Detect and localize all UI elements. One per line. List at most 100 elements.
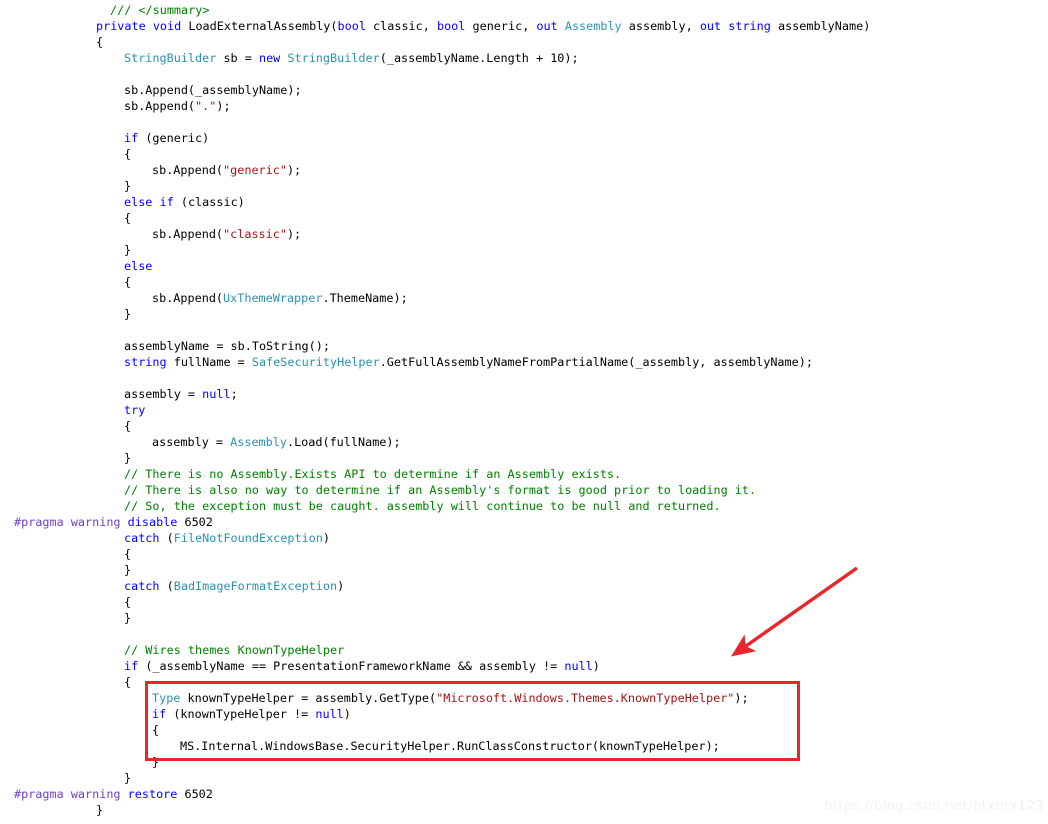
code-token: assembly = <box>124 387 203 401</box>
code-token: knownTypeHelper = assembly.GetType( <box>180 691 437 705</box>
code-token: sb.Append( <box>152 227 224 241</box>
code-token: sb.Append( <box>152 291 224 305</box>
code-token: ); <box>286 163 302 177</box>
code-line: } <box>124 562 131 578</box>
code-token: BadImageFormatException <box>173 579 338 593</box>
code-token: } <box>124 563 132 577</box>
code-token: ); <box>216 99 231 113</box>
code-token: catch <box>124 531 160 545</box>
code-token: classic, <box>365 19 437 33</box>
code-token: "." <box>195 99 217 113</box>
code-token: /// </summary> <box>110 3 210 17</box>
code-line: else <box>124 258 152 274</box>
code-token: sb.Append( <box>124 99 196 113</box>
code-token: { <box>124 595 132 609</box>
code-token: out <box>536 19 558 33</box>
code-line: } <box>96 802 103 818</box>
code-line: try <box>124 402 145 418</box>
code-token: .GetFullAssemblyNameFromPartialName(_ass… <box>379 355 813 369</box>
code-line: sb.Append("generic"); <box>152 162 301 178</box>
code-token: // There is also no way to determine if … <box>124 483 757 497</box>
code-token: SafeSecurityHelper <box>251 355 380 369</box>
code-token: fullName = <box>166 355 252 369</box>
code-token: generic, <box>465 19 537 33</box>
code-line: { <box>124 274 131 290</box>
code-token: (generic) <box>138 131 210 145</box>
code-line: { <box>124 210 131 226</box>
code-token: string <box>124 355 167 369</box>
code-line: } <box>124 450 131 466</box>
code-token: if <box>124 659 139 673</box>
code-token: } <box>124 179 132 193</box>
code-line: { <box>124 146 131 162</box>
code-line: } <box>124 178 131 194</box>
code-line: sb.Append("."); <box>124 98 231 114</box>
code-line: { <box>124 546 131 562</box>
code-token: sb.Append(_assemblyName); <box>124 83 302 97</box>
code-line: assembly = null; <box>124 386 238 402</box>
code-token: "generic" <box>223 163 287 177</box>
code-token: string <box>728 19 771 33</box>
code-line: } <box>124 242 131 258</box>
code-token: ) <box>322 531 330 545</box>
code-token: } <box>124 243 132 257</box>
code-line: else if (classic) <box>124 194 245 210</box>
code-line: assembly = Assembly.Load(fullName); <box>152 434 401 450</box>
code-token: assembly = <box>152 435 231 449</box>
code-line: { <box>152 722 159 738</box>
code-token: .Load(fullName); <box>286 435 401 449</box>
code-token: UxThemeWrapper <box>223 291 323 305</box>
code-token: { <box>124 211 132 225</box>
code-token: Assembly <box>230 435 287 449</box>
code-token: sb.Append( <box>152 163 224 177</box>
code-line: /// </summary> <box>110 2 209 18</box>
code-line: { <box>124 594 131 610</box>
code-line: sb.Append(_assemblyName); <box>124 82 302 98</box>
code-token: } <box>124 611 132 625</box>
code-token: { <box>124 419 132 433</box>
code-line: // So, the exception must be caught. ass… <box>124 498 721 514</box>
code-line: catch (FileNotFoundException) <box>124 530 330 546</box>
code-token: FileNotFoundException <box>173 531 323 545</box>
code-token: "Microsoft.Windows.Themes.KnownTypeHelpe… <box>436 691 735 705</box>
code-token: ) <box>337 579 345 593</box>
code-token: #pragma warning <box>14 787 121 801</box>
code-token: else <box>124 195 153 209</box>
code-token: (_assemblyName == PresentationFrameworkN… <box>138 659 565 673</box>
code-token: 6502 <box>177 515 213 529</box>
code-token: ) <box>343 707 351 721</box>
code-token: ) <box>592 659 600 673</box>
code-line: Type knownTypeHelper = assembly.GetType(… <box>152 690 749 706</box>
code-line: string fullName = SafeSecurityHelper.Get… <box>124 354 813 370</box>
code-token: sb = <box>216 51 259 65</box>
code-token: { <box>124 275 132 289</box>
code-token: MS.Internal.WindowsBase.SecurityHelper.R… <box>180 739 720 753</box>
code-token: Assembly <box>564 19 622 33</box>
code-line: sb.Append("classic"); <box>152 226 301 242</box>
code-editor-surface[interactable]: /// </summary> private void LoadExternalA… <box>0 0 1048 824</box>
code-line: { <box>124 674 131 690</box>
code-token: private <box>96 19 146 33</box>
code-token: if <box>124 131 139 145</box>
code-token: ; <box>230 387 238 401</box>
code-line: #pragma warning restore 6502 <box>14 786 213 802</box>
code-line: // There is no Assembly.Exists API to de… <box>124 466 621 482</box>
code-line: catch (BadImageFormatException) <box>124 578 344 594</box>
code-line: } <box>124 306 131 322</box>
code-token: bool <box>337 19 366 33</box>
code-token: "classic" <box>223 227 287 241</box>
code-token: try <box>124 403 146 417</box>
code-token: } <box>124 451 132 465</box>
code-token: if <box>159 195 174 209</box>
code-line: // There is also no way to determine if … <box>124 482 756 498</box>
code-line: } <box>152 754 159 770</box>
code-token: (classic) <box>173 195 245 209</box>
code-token: bool <box>436 19 466 33</box>
code-token: assemblyName = sb.ToString(); <box>124 339 330 353</box>
code-token: new <box>258 51 281 65</box>
code-token: assemblyName) <box>770 19 871 33</box>
